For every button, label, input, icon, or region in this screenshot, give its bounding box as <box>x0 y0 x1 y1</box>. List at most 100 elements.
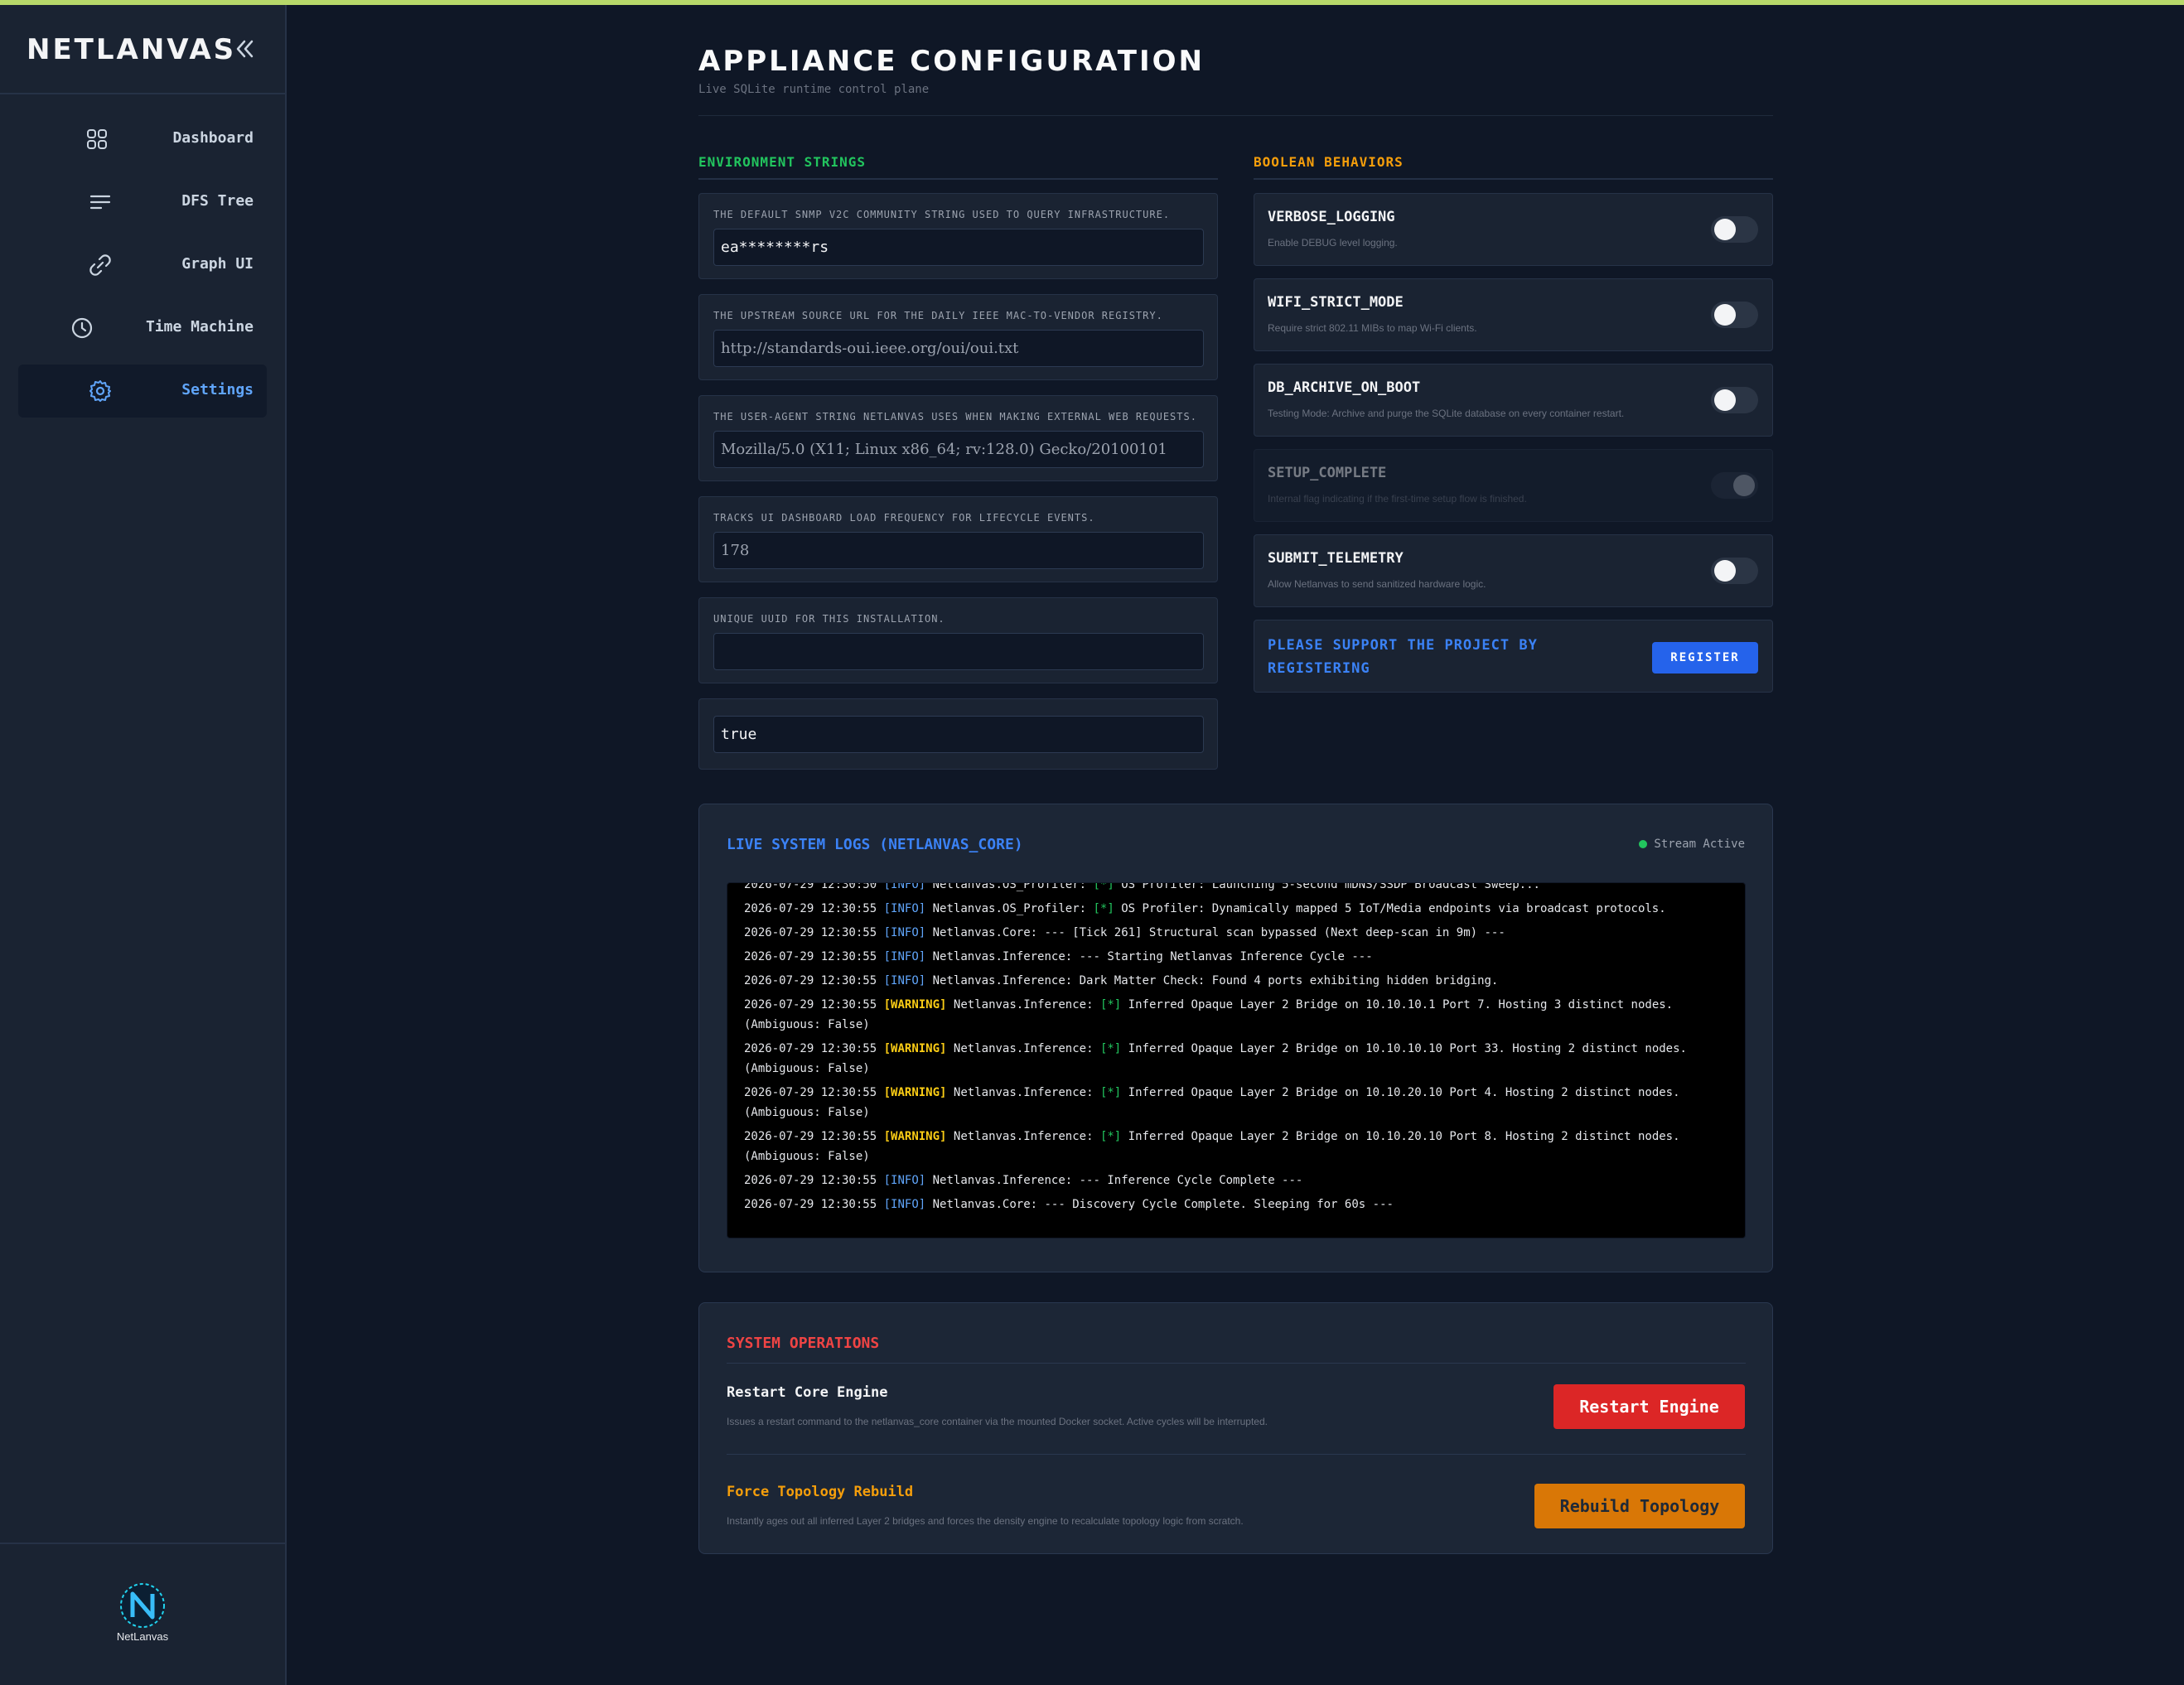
sidebar-item-label: Settings <box>181 381 254 398</box>
log-timestamp: 2026-07-29 12:30:55 <box>744 902 877 915</box>
log-marker: [*] <box>1093 902 1114 915</box>
page-subtitle: Live SQLite runtime control plane <box>698 83 930 96</box>
restart-engine-title: Restart Core Engine <box>727 1384 888 1401</box>
log-timestamp: 2026-07-29 12:30:55 <box>744 1174 877 1187</box>
sidebar-item-dfs-tree[interactable]: DFS Tree <box>18 176 267 229</box>
sidebar-item-time-machine[interactable]: Time Machine <box>18 302 267 355</box>
sidebar-item-graph-ui[interactable]: Graph UI <box>18 239 267 292</box>
bool-name: DB_ARCHIVE_ON_BOOT <box>1268 379 1421 396</box>
snmp-community-input[interactable] <box>713 229 1204 266</box>
log-level-label: WARNING <box>891 998 940 1011</box>
log-level: [INFO] <box>883 950 926 963</box>
boolean-behaviors-heading: BOOLEAN BEHAVIORS <box>1254 154 1773 180</box>
log-level: [WARNING] <box>883 1086 947 1099</box>
oui-url-input[interactable] <box>713 330 1204 367</box>
env-field-unlabeled <box>698 698 1218 770</box>
log-timestamp: 2026-07-29 12:30:55 <box>744 950 877 963</box>
logs-title: LIVE SYSTEM LOGS (NETLANVAS_CORE) <box>727 836 1023 853</box>
env-field-snmp-community: THE DEFAULT SNMP V2C COMMUNITY STRING US… <box>698 193 1218 279</box>
dashboard-load-count-input[interactable] <box>713 532 1204 569</box>
sidebar-item-settings[interactable]: Settings <box>18 365 267 418</box>
env-field-description: TRACKS UI DASHBOARD LOAD FREQUENCY FOR L… <box>713 512 1095 524</box>
sidebar-footer: NetLanvas <box>0 1543 285 1685</box>
log-line: 2026-07-29 12:30:55 [INFO] Netlanvas.OS_… <box>744 899 1728 919</box>
toggle-knob <box>1714 304 1736 326</box>
toggle-knob <box>1714 219 1736 240</box>
user-agent-input[interactable] <box>713 431 1204 468</box>
log-line: 2026-07-29 12:30:55 [WARNING] Netlanvas.… <box>744 1083 1728 1123</box>
sidebar: NETLANVAS Dashboard DFS Tree Graph UI Ti… <box>0 5 287 1685</box>
top-accent-bar <box>0 0 2184 5</box>
log-line: 2026-07-29 12:30:55 [INFO] Netlanvas.Cor… <box>744 923 1728 943</box>
install-uuid-input[interactable] <box>713 633 1204 670</box>
log-timestamp: 2026-07-29 12:30:55 <box>744 1130 877 1143</box>
log-level: [INFO] <box>883 1198 926 1211</box>
env-field-description: THE DEFAULT SNMP V2C COMMUNITY STRING US… <box>713 209 1171 220</box>
bool-verbose-logging: VERBOSE_LOGGING Enable DEBUG level loggi… <box>1254 193 1773 266</box>
log-message: Netlanvas.Core: --- [Tick 261] Structura… <box>932 926 1505 939</box>
toggle-knob <box>1714 389 1736 411</box>
log-level: [WARNING] <box>883 998 947 1011</box>
bool-name: SUBMIT_TELEMETRY <box>1268 550 1404 567</box>
collapse-sidebar-icon[interactable] <box>232 36 257 61</box>
log-level: [INFO] <box>884 882 926 891</box>
log-level: [WARNING] <box>883 1130 947 1143</box>
bool-wifi-strict-mode: WIFI_STRICT_MODE Require strict 802.11 M… <box>1254 278 1773 351</box>
log-marker: [*] <box>1099 998 1122 1011</box>
log-level: [INFO] <box>883 1174 926 1187</box>
stream-status: Stream Active <box>1639 838 1745 851</box>
log-timestamp: 2026-07-29 12:30:55 <box>744 1042 877 1055</box>
log-message: Netlanvas.Inference: Dark Matter Check: … <box>932 974 1499 987</box>
system-operations-panel: SYSTEM OPERATIONS Restart Core Engine Is… <box>698 1302 1773 1554</box>
log-marker: [*] <box>1099 1086 1122 1099</box>
sidebar-nav: Dashboard DFS Tree Graph UI Time Machine <box>0 94 285 418</box>
sidebar-item-dashboard[interactable]: Dashboard <box>18 113 267 166</box>
log-terminal[interactable]: 2026-07-29 12:30:50 [INFO] Netlanvas.OS_… <box>727 882 1746 1238</box>
log-marker: [*] <box>1099 1042 1122 1055</box>
stream-status-label: Stream Active <box>1654 838 1745 851</box>
log-level: [INFO] <box>883 974 926 987</box>
log-level-label: INFO <box>891 1198 919 1211</box>
log-line: 2026-07-29 12:30:55 [WARNING] Netlanvas.… <box>744 1127 1728 1166</box>
page-title: APPLIANCE CONFIGURATION <box>698 45 1206 78</box>
log-level-label: INFO <box>891 902 919 915</box>
sidebar-item-label: DFS Tree <box>181 192 254 210</box>
bool-description: Enable DEBUG level logging. <box>1268 237 1398 249</box>
logo-text: NetLanvas <box>117 1630 169 1643</box>
link-icon <box>89 254 111 276</box>
bool-db-archive-on-boot: DB_ARCHIVE_ON_BOOT Testing Mode: Archive… <box>1254 364 1773 437</box>
log-message: Netlanvas.OS_Profiler: [*] OS Profiler: … <box>932 902 1666 915</box>
register-button[interactable]: REGISTER <box>1652 642 1758 674</box>
log-level-label: WARNING <box>891 1130 940 1143</box>
log-line: 2026-07-29 12:30:55 [INFO] Netlanvas.Inf… <box>744 971 1728 991</box>
log-line: 2026-07-29 12:30:55 [INFO] Netlanvas.Inf… <box>744 1171 1728 1190</box>
wifi-strict-mode-toggle[interactable] <box>1711 302 1758 328</box>
log-line: 2026-07-29 12:30:55 [INFO] Netlanvas.Inf… <box>744 947 1728 967</box>
log-marker: [*] <box>1099 1130 1122 1143</box>
log-level-label: INFO <box>891 926 919 939</box>
unlabeled-value-input[interactable] <box>713 716 1204 753</box>
toggle-knob <box>1714 560 1736 582</box>
log-message: Netlanvas.Inference: --- Inference Cycle… <box>932 1174 1303 1187</box>
env-field-dashboard-load-count: TRACKS UI DASHBOARD LOAD FREQUENCY FOR L… <box>698 496 1218 582</box>
env-field-description: THE USER-AGENT STRING NETLANVAS USES WHE… <box>713 411 1197 422</box>
rebuild-topology-description: Instantly ages out all inferred Layer 2 … <box>727 1515 1244 1527</box>
restart-engine-button[interactable]: Restart Engine <box>1553 1384 1745 1429</box>
log-timestamp: 2026-07-29 12:30:55 <box>744 1198 877 1211</box>
db-archive-on-boot-toggle[interactable] <box>1711 387 1758 413</box>
bool-setup-complete: SETUP_COMPLETE Internal flag indicating … <box>1254 449 1773 522</box>
log-marker: [*] <box>1093 882 1114 891</box>
verbose-logging-toggle[interactable] <box>1711 216 1758 243</box>
log-level-label: INFO <box>891 950 919 963</box>
env-field-description: UNIQUE UUID FOR THIS INSTALLATION. <box>713 613 945 625</box>
log-message: Netlanvas.OS_Profiler: [*] OS Profiler: … <box>933 882 1540 891</box>
log-line: 2026-07-29 12:30:55 [WARNING] Netlanvas.… <box>744 1039 1728 1079</box>
log-timestamp: 2026-07-29 12:30:55 <box>744 998 877 1011</box>
submit-telemetry-toggle[interactable] <box>1711 558 1758 584</box>
log-timestamp: 2026-07-29 12:30:55 <box>744 974 877 987</box>
log-level-label: INFO <box>891 882 919 891</box>
support-project-card: PLEASE SUPPORT THE PROJECT BY REGISTERIN… <box>1254 620 1773 693</box>
log-level-label: INFO <box>891 1174 919 1187</box>
rebuild-topology-button[interactable]: Rebuild Topology <box>1534 1484 1745 1528</box>
log-level-label: WARNING <box>891 1086 940 1099</box>
